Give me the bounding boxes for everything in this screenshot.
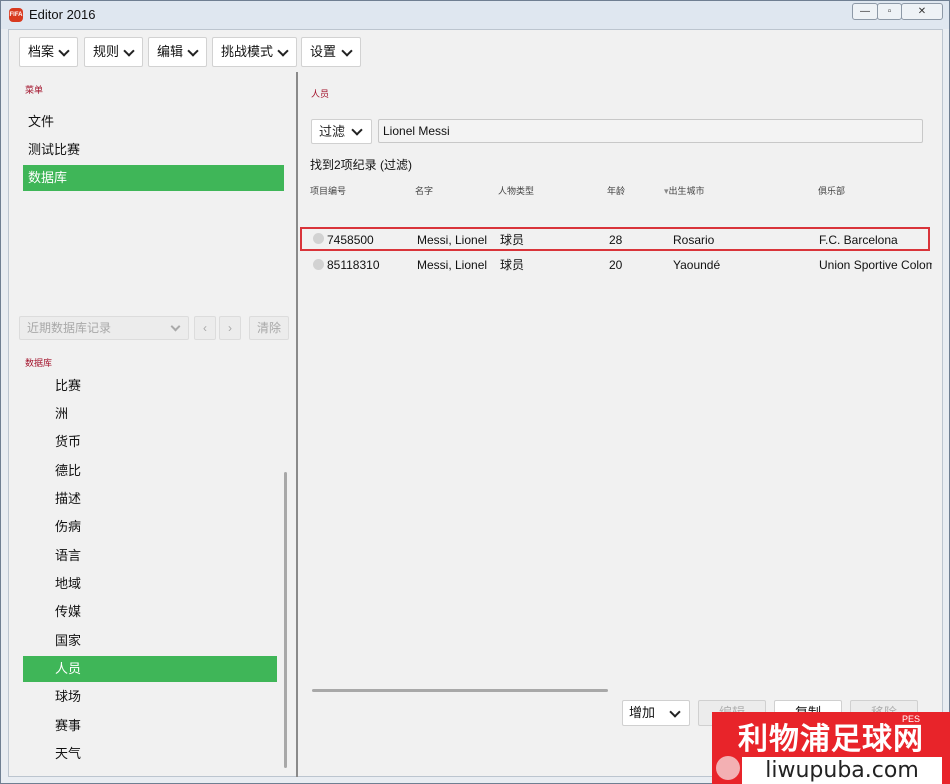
check-circle-icon <box>313 233 324 244</box>
recent-database-placeholder: 近期数据库记录 <box>27 321 112 335</box>
menu-settings-label: 设置 <box>310 44 337 59</box>
db-item-people[interactable]: 人员 <box>23 656 277 682</box>
recent-database-select[interactable]: 近期数据库记录 <box>19 316 189 340</box>
nav-item-test-match[interactable]: 测试比赛 <box>23 137 284 163</box>
column-header-name[interactable]: 名字 <box>415 184 433 197</box>
prev-button[interactable]: ‹ <box>194 316 216 340</box>
site-watermark: 利物浦足球网 liwupuba.com PES <box>712 712 950 784</box>
column-header-birth-city[interactable]: ▾出生城市 <box>664 184 705 197</box>
close-button[interactable]: ✕ <box>901 3 943 20</box>
table-row[interactable]: 85118310 Messi, Lionel 球员 20 Yaoundé Uni… <box>300 253 932 277</box>
column-header-birth-city-label: 出生城市 <box>668 186 705 196</box>
cell-id: 85118310 <box>327 258 380 272</box>
cell-id: 7458500 <box>327 233 374 247</box>
chevron-down-icon <box>170 321 181 332</box>
cell-age: 20 <box>609 258 623 272</box>
watermark-url: liwupuba.com <box>742 757 942 784</box>
filter-query-input[interactable] <box>378 119 923 143</box>
right-panel: 人员 过滤 找到2项纪录 (过滤) 项目编号 名字 人物类型 年龄 ▾出生城市 … <box>298 72 942 777</box>
menu-file[interactable]: 档案 <box>19 37 78 67</box>
editor-window: FIFA Editor 2016 — ▫ ✕ 档案 规则 编辑 挑战模式 设置 … <box>0 0 950 784</box>
menu-rules[interactable]: 规则 <box>84 37 143 67</box>
column-header-age[interactable]: 年龄 <box>607 184 625 197</box>
nav-item-file[interactable]: 文件 <box>23 109 284 135</box>
db-item-language[interactable]: 语言 <box>23 543 277 569</box>
cell-birth-city: Yaoundé <box>673 258 721 272</box>
filter-mode-label: 过滤 <box>319 124 346 139</box>
chevron-down-icon <box>277 45 289 57</box>
menu-settings[interactable]: 设置 <box>301 37 361 67</box>
db-item-region[interactable]: 地域 <box>23 571 277 597</box>
database-section-label: 数据库 <box>25 358 53 368</box>
db-item-derby[interactable]: 德比 <box>23 458 277 484</box>
window-title: Editor 2016 <box>29 7 96 22</box>
watermark-corner-text: PES <box>902 714 921 724</box>
chevron-down-icon <box>58 45 70 57</box>
filter-mode-select[interactable]: 过滤 <box>311 119 372 144</box>
db-item-competition[interactable]: 赛事 <box>23 713 277 739</box>
chevron-down-icon <box>187 45 199 57</box>
found-records-text: 找到2项纪录 (过滤) <box>310 158 413 172</box>
minimize-button[interactable]: — <box>852 3 878 20</box>
client-area: 档案 规则 编辑 挑战模式 设置 菜单 文件 测试比赛 数据库 近期数据库记录 … <box>8 29 943 777</box>
left-panel: 菜单 文件 测试比赛 数据库 近期数据库记录 ‹ › 清除 数据库 比赛 洲 货… <box>9 72 296 777</box>
cell-birth-city: Rosario <box>673 233 715 247</box>
column-header-type[interactable]: 人物类型 <box>498 184 534 197</box>
cell-name: Messi, Lionel <box>417 258 488 272</box>
menu-edit-label: 编辑 <box>157 44 184 59</box>
db-item-media[interactable]: 传媒 <box>23 599 277 625</box>
people-section-label: 人员 <box>311 89 330 99</box>
app-icon: FIFA <box>9 8 23 22</box>
table-row[interactable]: 7458500 Messi, Lionel 球员 28 Rosario F.C.… <box>300 227 930 251</box>
next-button[interactable]: › <box>219 316 241 340</box>
check-circle-icon <box>313 259 324 270</box>
db-item-injury[interactable]: 伤病 <box>23 514 277 540</box>
database-list-scrollbar[interactable] <box>284 472 287 768</box>
clear-button[interactable]: 清除 <box>249 316 289 340</box>
menu-section-label: 菜单 <box>25 85 44 95</box>
add-button[interactable]: 增加 <box>622 700 690 726</box>
cell-type: 球员 <box>500 258 525 272</box>
db-item-nation[interactable]: 国家 <box>23 628 277 654</box>
chevron-down-icon <box>341 45 353 57</box>
chevron-down-icon <box>669 706 681 718</box>
menu-challenge-mode-label: 挑战模式 <box>221 44 274 59</box>
watermark-logo-icon <box>716 756 740 780</box>
column-header-club[interactable]: 俱乐部 <box>818 184 845 197</box>
menu-edit[interactable]: 编辑 <box>148 37 207 67</box>
cell-type: 球员 <box>500 233 525 247</box>
table-horizontal-scrollbar[interactable] <box>312 689 608 692</box>
chevron-down-icon <box>123 45 135 57</box>
db-item-currency[interactable]: 货币 <box>23 429 277 455</box>
nav-item-database[interactable]: 数据库 <box>23 165 284 191</box>
maximize-button[interactable]: ▫ <box>877 3 902 20</box>
cell-name: Messi, Lionel <box>417 233 488 247</box>
column-header-id[interactable]: 项目编号 <box>310 184 346 197</box>
title-bar: FIFA Editor 2016 — ▫ ✕ <box>1 1 949 29</box>
menu-challenge-mode[interactable]: 挑战模式 <box>212 37 297 67</box>
menu-rules-label: 规则 <box>93 44 120 59</box>
db-item-continent[interactable]: 洲 <box>23 401 277 427</box>
cell-age: 28 <box>609 233 623 247</box>
db-item-match[interactable]: 比赛 <box>23 373 277 399</box>
db-item-stadium[interactable]: 球场 <box>23 684 277 710</box>
cell-club: F.C. Barcelona <box>819 233 898 247</box>
cell-club: Union Sportive Colom <box>819 258 932 272</box>
add-button-label: 增加 <box>629 705 656 720</box>
chevron-down-icon <box>351 124 363 136</box>
db-item-description[interactable]: 描述 <box>23 486 277 512</box>
db-item-weather[interactable]: 天气 <box>23 741 277 767</box>
menu-file-label: 档案 <box>28 44 55 59</box>
menu-bar: 档案 规则 编辑 挑战模式 设置 <box>9 30 942 72</box>
